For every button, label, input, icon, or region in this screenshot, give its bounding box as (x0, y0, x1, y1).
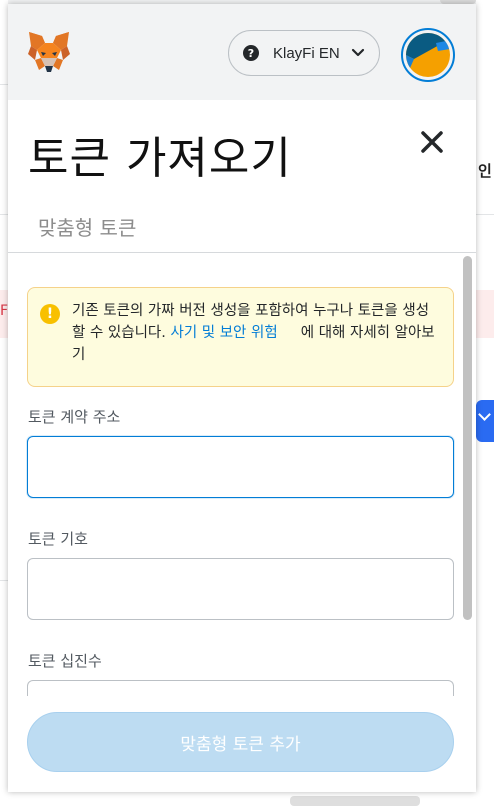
app-header: ? KlayFi EN (8, 4, 476, 100)
metamask-fox-icon[interactable] (25, 28, 73, 76)
token-symbol-label: 토큰 기호 (28, 530, 88, 548)
background-right-edge: 인 (476, 0, 494, 806)
bg-blue-button (476, 400, 494, 442)
close-icon (421, 131, 443, 153)
scam-risk-link[interactable]: 사기 및 보안 위험 (170, 325, 277, 341)
contract-address-input[interactable] (27, 436, 454, 498)
add-custom-token-button[interactable]: 맞춤형 토큰 추가 (27, 712, 454, 772)
close-button[interactable] (412, 122, 452, 162)
bg-text-fragment: 인 (478, 162, 492, 180)
bg-divider (0, 214, 8, 215)
tab-divider (8, 252, 476, 253)
chevron-down-icon (351, 48, 365, 57)
tab-custom-token[interactable]: 맞춤형 토큰 (38, 212, 136, 241)
account-avatar[interactable] (401, 28, 455, 82)
network-selector[interactable]: ? KlayFi EN (228, 30, 380, 76)
bg-divider (0, 84, 8, 85)
network-name: KlayFi EN (273, 44, 340, 62)
token-decimals-label: 토큰 십진수 (28, 652, 102, 670)
metamask-popup: ? KlayFi EN 토큰 가져오기 맞춤형 토큰 ! 기존 토큰의 가짜 버… (8, 4, 476, 792)
page-title: 토큰 가져오기 (28, 133, 292, 184)
token-symbol-input[interactable] (27, 558, 454, 620)
warning-icon: ! (40, 304, 60, 324)
bg-error-strip (476, 290, 494, 338)
bg-error-glyph: F (0, 303, 9, 319)
warning-banner: ! 기존 토큰의 가짜 버전 생성을 포함하여 누구나 토큰을 생성할 수 있습… (27, 287, 454, 387)
bg-divider (476, 214, 494, 215)
scrollbar-thumb[interactable] (463, 256, 472, 620)
help-icon: ? (243, 45, 259, 61)
bg-divider (0, 580, 8, 581)
background-left-edge: F (0, 0, 8, 806)
jazzicon-avatar-icon (406, 33, 450, 77)
contract-address-label: 토큰 계약 주소 (28, 408, 121, 426)
bg-text-fragment (290, 796, 420, 806)
background-bottom-edge (8, 792, 476, 806)
